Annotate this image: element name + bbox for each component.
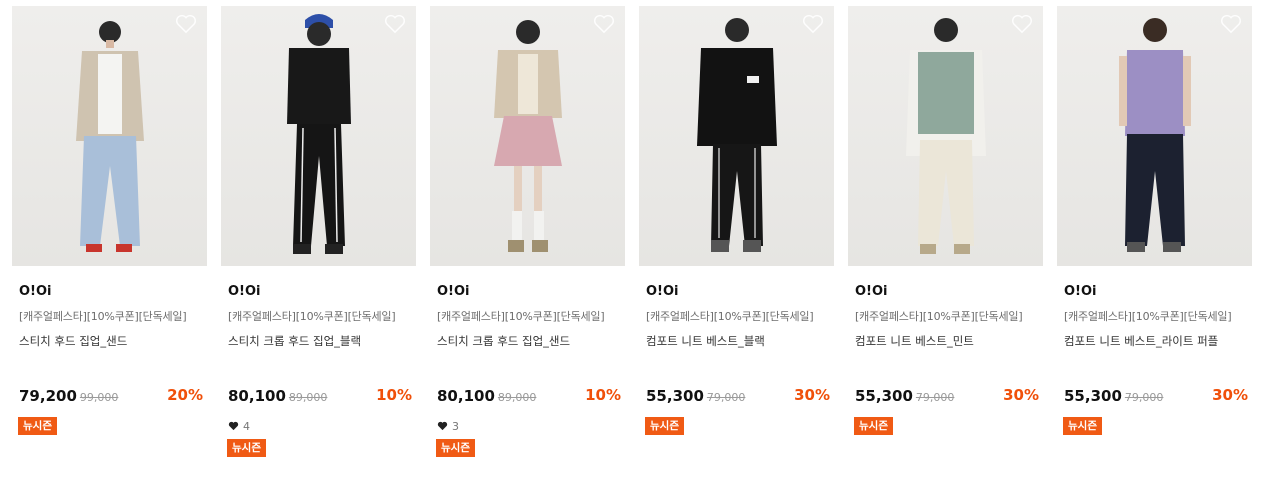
- new-season-badge: 뉴시즌: [227, 439, 266, 457]
- new-season-badge: 뉴시즌: [1063, 417, 1102, 435]
- product-card[interactable]: O!Oi [캐주얼페스타][10%쿠폰][단독세일] 컴포트 니트 베스트_블랙…: [639, 6, 834, 435]
- discount-rate: 10%: [376, 386, 412, 404]
- promo-text: [캐주얼페스타][10%쿠폰][단독세일]: [855, 310, 1023, 323]
- sale-price: 55,300: [1064, 387, 1122, 405]
- model-photo: [906, 18, 986, 254]
- heart-filled-icon: [228, 421, 239, 431]
- product-name[interactable]: 스티치 크롭 후드 집업_샌드: [430, 333, 625, 349]
- likes-count: 3: [430, 419, 625, 433]
- sale-price: 79,200: [19, 387, 77, 405]
- promo-text: [캐주얼페스타][10%쿠폰][단독세일]: [19, 310, 187, 323]
- new-season-badge: 뉴시즌: [436, 439, 475, 457]
- product-card[interactable]: O!Oi [캐주얼페스타][10%쿠폰][단독세일] 스티치 후드 집업_샌드 …: [12, 6, 207, 435]
- wishlist-heart-icon[interactable]: [802, 14, 824, 34]
- likes-number: 4: [243, 419, 250, 433]
- new-season-badge: 뉴시즌: [854, 417, 893, 435]
- brand-name[interactable]: O!Oi: [848, 284, 1043, 299]
- brand-name[interactable]: O!Oi: [430, 284, 625, 299]
- product-image[interactable]: [430, 6, 625, 266]
- price-row: 80,100 89,000 10%: [430, 386, 625, 406]
- original-price: 79,000: [706, 391, 746, 404]
- model-photo: [1119, 18, 1191, 252]
- likes-count: 4: [221, 419, 416, 433]
- product-name[interactable]: 컴포트 니트 베스트_블랙: [639, 333, 834, 349]
- sale-price: 55,300: [646, 387, 704, 405]
- product-image[interactable]: [12, 6, 207, 266]
- wishlist-heart-icon[interactable]: [175, 14, 197, 34]
- model-photo: [494, 20, 562, 252]
- sale-price: 55,300: [855, 387, 913, 405]
- product-name[interactable]: 컴포트 니트 베스트_라이트 퍼플: [1057, 333, 1252, 349]
- sale-price: 80,100: [228, 387, 286, 405]
- wishlist-heart-icon[interactable]: [593, 14, 615, 34]
- promo-text: [캐주얼페스타][10%쿠폰][단독세일]: [1064, 310, 1232, 323]
- price-row: 55,300 79,000 30%: [639, 386, 834, 406]
- model-photo: [76, 21, 144, 252]
- model-photo: [697, 18, 777, 252]
- original-price: 99,000: [79, 391, 119, 404]
- promo-text: [캐주얼페스타][10%쿠폰][단독세일]: [646, 310, 814, 323]
- product-name[interactable]: 스티치 후드 집업_샌드: [12, 333, 207, 349]
- new-season-badge: 뉴시즌: [18, 417, 57, 435]
- original-price: 89,000: [497, 391, 537, 404]
- product-card[interactable]: O!Oi [캐주얼페스타][10%쿠폰][단독세일] 스티치 크롭 후드 집업_…: [430, 6, 625, 457]
- price-row: 79,200 99,000 20%: [12, 386, 207, 406]
- discount-rate: 10%: [585, 386, 621, 404]
- product-image[interactable]: [221, 6, 416, 266]
- original-price: 79,000: [1124, 391, 1164, 404]
- brand-name[interactable]: O!Oi: [12, 284, 207, 299]
- product-card[interactable]: O!Oi [캐주얼페스타][10%쿠폰][단독세일] 컴포트 니트 베스트_민트…: [848, 6, 1043, 435]
- product-name[interactable]: 컴포트 니트 베스트_민트: [848, 333, 1043, 349]
- price-row: 80,100 89,000 10%: [221, 386, 416, 406]
- promo-text: [캐주얼페스타][10%쿠폰][단독세일]: [228, 310, 396, 323]
- product-image[interactable]: [639, 6, 834, 266]
- sale-price: 80,100: [437, 387, 495, 405]
- product-card[interactable]: O!Oi [캐주얼페스타][10%쿠폰][단독세일] 스티치 크롭 후드 집업_…: [221, 6, 416, 457]
- discount-rate: 20%: [167, 386, 203, 404]
- brand-name[interactable]: O!Oi: [639, 284, 834, 299]
- likes-number: 3: [452, 419, 459, 433]
- price-row: 55,300 79,000 30%: [1057, 386, 1252, 406]
- original-price: 79,000: [915, 391, 955, 404]
- discount-rate: 30%: [1212, 386, 1248, 404]
- brand-name[interactable]: O!Oi: [1057, 284, 1252, 299]
- discount-rate: 30%: [794, 386, 830, 404]
- product-card[interactable]: O!Oi [캐주얼페스타][10%쿠폰][단독세일] 컴포트 니트 베스트_라이…: [1057, 6, 1252, 435]
- heart-filled-icon: [437, 421, 448, 431]
- product-image[interactable]: [848, 6, 1043, 266]
- product-grid: O!Oi [캐주얼페스타][10%쿠폰][단독세일] 스티치 후드 집업_샌드 …: [0, 0, 1265, 480]
- wishlist-heart-icon[interactable]: [384, 14, 406, 34]
- model-photo: [287, 14, 351, 254]
- discount-rate: 30%: [1003, 386, 1039, 404]
- price-row: 55,300 79,000 30%: [848, 386, 1043, 406]
- wishlist-heart-icon[interactable]: [1220, 14, 1242, 34]
- promo-text: [캐주얼페스타][10%쿠폰][단독세일]: [437, 310, 605, 323]
- product-name[interactable]: 스티치 크롭 후드 집업_블랙: [221, 333, 416, 349]
- new-season-badge: 뉴시즌: [645, 417, 684, 435]
- product-image[interactable]: [1057, 6, 1252, 266]
- original-price: 89,000: [288, 391, 328, 404]
- wishlist-heart-icon[interactable]: [1011, 14, 1033, 34]
- brand-name[interactable]: O!Oi: [221, 284, 416, 299]
